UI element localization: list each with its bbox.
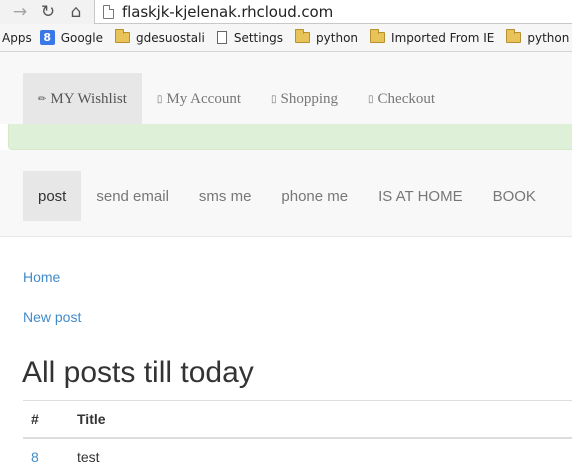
nav-label: Checkout bbox=[377, 90, 436, 107]
new-post-link[interactable]: New post bbox=[23, 309, 81, 325]
bookmark-imported-from-ie[interactable]: Imported From IE bbox=[370, 29, 495, 45]
bookmark-label: python bbox=[316, 30, 359, 45]
column-header-number: # bbox=[23, 400, 69, 439]
post-id-cell: 8 bbox=[23, 438, 69, 472]
nav-label: My Account bbox=[166, 90, 241, 107]
reload-icon[interactable]: ↻ bbox=[36, 0, 60, 24]
bookmark-label: Google bbox=[60, 30, 104, 45]
nav-item-my-wishlist[interactable]: ✏ MY Wishlist bbox=[23, 73, 142, 125]
folder-icon bbox=[370, 29, 386, 43]
nav-item-shopping[interactable]: ▯ Shopping bbox=[256, 73, 353, 125]
secondary-navbar: post send email sms me phone me IS AT HO… bbox=[0, 150, 572, 237]
table-row: 8 test bbox=[23, 438, 572, 472]
nav-item-book[interactable]: BOOK bbox=[478, 171, 551, 221]
bookmarks-bar: Apps 8 Google gdesuostali Settings pytho… bbox=[0, 24, 572, 52]
user-icon: ▯ bbox=[156, 93, 163, 105]
folder-icon bbox=[115, 29, 131, 43]
bookmark-google[interactable]: 8 Google bbox=[39, 30, 104, 45]
nav-item-checkout[interactable]: ▯ Checkout bbox=[353, 73, 450, 125]
bookmark-label: Imported From IE bbox=[391, 30, 495, 45]
bookmark-label: python nov bbox=[527, 30, 572, 45]
nav-item-phone-me[interactable]: phone me bbox=[266, 171, 363, 221]
bookmark-apps[interactable]: Apps bbox=[2, 31, 32, 45]
bookmark-python[interactable]: python bbox=[295, 29, 359, 45]
home-icon[interactable]: ⌂ bbox=[64, 0, 88, 24]
home-link[interactable]: Home bbox=[23, 269, 60, 285]
folder-icon bbox=[506, 29, 522, 43]
address-bar[interactable]: flaskjk-kjelenak.rhcloud.com bbox=[94, 0, 572, 24]
nav-item-sms-me[interactable]: sms me bbox=[184, 171, 267, 221]
bookmark-settings[interactable]: Settings bbox=[216, 30, 284, 45]
page-title: All posts till today bbox=[22, 356, 254, 389]
bookmark-python-nov[interactable]: python nov bbox=[506, 29, 572, 45]
bookmark-label: Apps bbox=[2, 30, 32, 45]
nav-item-post[interactable]: post bbox=[23, 171, 82, 221]
page-icon bbox=[103, 4, 114, 19]
post-id-link[interactable]: 8 bbox=[31, 449, 39, 465]
top-navbar: ✏ MY Wishlist ▯ My Account ▯ Shopping ▯ … bbox=[0, 52, 572, 125]
doc-icon bbox=[216, 31, 227, 44]
nav-item-is-at-home[interactable]: IS AT HOME bbox=[363, 171, 477, 221]
cart-icon: ▯ bbox=[270, 93, 277, 105]
browser-toolbar: → ↻ ⌂ flaskjk-kjelenak.rhcloud.com bbox=[0, 0, 572, 24]
post-title-cell: test bbox=[77, 448, 100, 465]
nav-item-send-email[interactable]: send email bbox=[81, 171, 184, 221]
url-text: flaskjk-kjelenak.rhcloud.com bbox=[122, 2, 334, 21]
table-header-row: # Title bbox=[23, 400, 572, 439]
posts-table: # Title 8 test bbox=[23, 400, 572, 472]
success-alert bbox=[8, 124, 572, 150]
column-header-title: Title bbox=[69, 400, 572, 439]
nav-item-my-account[interactable]: ▯ My Account bbox=[142, 73, 256, 125]
google-icon: 8 bbox=[39, 30, 55, 45]
bookmark-gdesuostali[interactable]: gdesuostali bbox=[115, 29, 205, 45]
forward-arrow-icon[interactable]: → bbox=[8, 0, 32, 24]
bookmark-label: Settings bbox=[233, 30, 284, 45]
nav-label: Shopping bbox=[280, 90, 339, 107]
nav-label: MY Wishlist bbox=[50, 90, 127, 107]
folder-icon bbox=[295, 29, 311, 43]
pencil-icon: ✏ bbox=[38, 93, 47, 105]
bookmark-label: gdesuostali bbox=[136, 30, 205, 45]
checkout-icon: ▯ bbox=[368, 93, 374, 105]
